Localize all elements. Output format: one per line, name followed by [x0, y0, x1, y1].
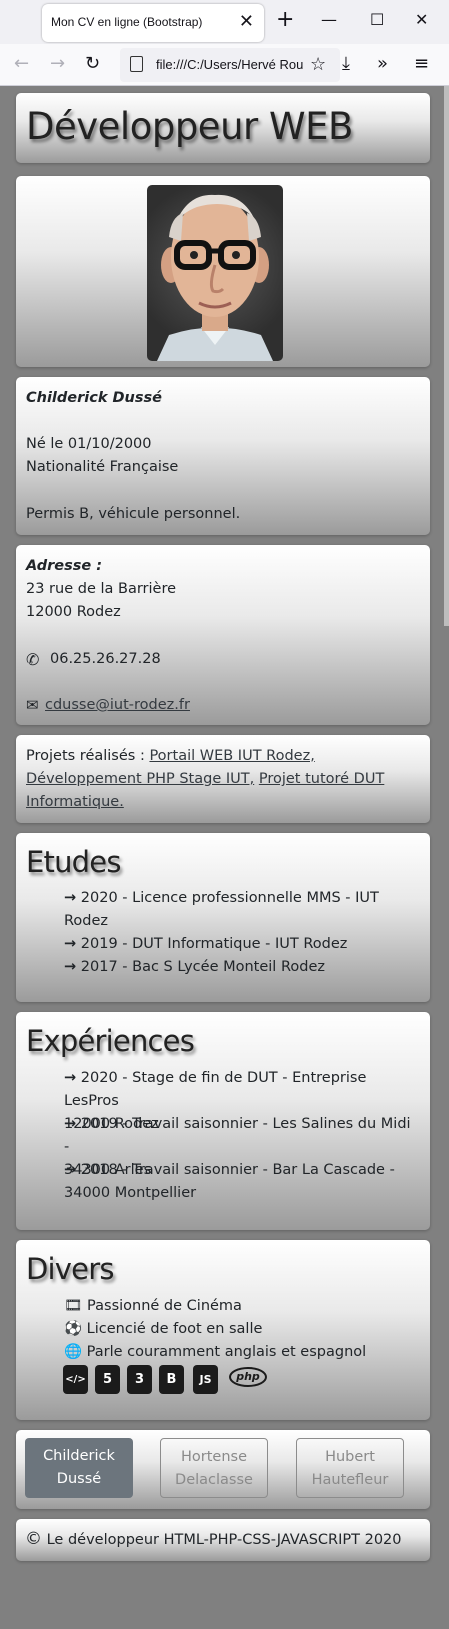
person-button-hortense[interactable]: Hortense Delaclasse	[160, 1438, 268, 1498]
soccer-ball-icon: ⚽	[64, 1321, 83, 1337]
address-street: 23 rue de la Barrière	[26, 581, 177, 597]
misc-item: ⚽ Licencié de foot en salle	[64, 1321, 263, 1337]
experiences-card: Expériences → 2020 - Stage de fin de DUT…	[16, 1012, 430, 1230]
misc-item: 🌐 Parle couramment anglais et espagnol	[64, 1344, 367, 1360]
forward-arrow-icon[interactable]: →	[50, 53, 65, 74]
footer-text-row: © Le développeur HTML-PHP-CSS-JAVASCRIPT…	[25, 1528, 402, 1552]
profile-portrait	[147, 185, 283, 361]
close-tab-icon[interactable]: ✕	[239, 11, 254, 32]
back-arrow-icon[interactable]: ←	[14, 53, 29, 74]
study-item: → 2017 - Bac S Lycée Monteil Rodez	[64, 959, 325, 975]
person-button-childerick[interactable]: Childerick Dussé	[25, 1438, 133, 1498]
phone-number: 06.25.26.27.28	[50, 651, 161, 667]
php-icon: php	[229, 1367, 267, 1387]
address-label: Adresse :	[26, 558, 103, 574]
bookmark-star-icon[interactable]: ☆	[310, 54, 326, 75]
driving-license: Permis B, véhicule personnel.	[26, 506, 241, 522]
project-link-tutore[interactable]: Projet tutoré DUT	[259, 771, 385, 787]
page-icon	[130, 56, 143, 72]
header-card: Développeur WEB	[16, 93, 430, 163]
arrow-right-icon: →	[64, 1162, 77, 1178]
arrow-right-icon: →	[64, 890, 77, 906]
email-link[interactable]: cdusse@iut-rodez.fr	[45, 694, 190, 717]
studies-card: Etudes → 2020 - Licence professionnelle …	[16, 833, 430, 1002]
javascript-icon: JS	[193, 1365, 218, 1394]
projects-label: Projets réalisés :	[26, 748, 150, 764]
studies-title: Etudes	[26, 845, 121, 879]
footer-card: © Le développeur HTML-PHP-CSS-JAVASCRIPT…	[16, 1519, 430, 1561]
close-window-button[interactable]: ✕	[415, 10, 428, 29]
contact-card: Adresse : 23 rue de la Barrière 12000 Ro…	[16, 545, 430, 725]
nationality: Nationalité Française	[26, 459, 179, 475]
arrow-right-icon: →	[64, 959, 77, 975]
footer-text: Le développeur HTML-PHP-CSS-JAVASCRIPT 2…	[46, 1532, 402, 1548]
study-item: → 2020 - Licence professionnelle MMS - I…	[64, 890, 379, 929]
projects-card: Projets réalisés : Portail WEB IUT Rodez…	[16, 735, 430, 823]
new-tab-button[interactable]: +	[276, 9, 294, 31]
misc-title: Divers	[26, 1252, 114, 1286]
projects-text: Projets réalisés : Portail WEB IUT Rodez…	[26, 745, 421, 814]
code-file-icon: </>	[63, 1365, 88, 1394]
browser-nav-bar: ← → ↻ file:///C:/Users/Hervé Rou ☆ ⤓ » ≡	[0, 44, 449, 86]
tech-icons: </> 5 3 B JS php	[63, 1365, 283, 1395]
download-icon[interactable]: ⤓	[342, 53, 350, 74]
minimize-button[interactable]: —	[321, 10, 337, 29]
copyright-icon: ©	[25, 1529, 42, 1549]
arrow-right-icon: →	[64, 1070, 77, 1086]
misc-card: Divers 🎞 Passionné de Cinéma ⚽ Licencié …	[16, 1240, 430, 1420]
experiences-title: Expériences	[26, 1024, 195, 1058]
page-title: Développeur WEB	[26, 105, 353, 148]
arrow-right-icon: →	[64, 1116, 77, 1132]
bootstrap-icon: B	[159, 1365, 184, 1394]
phone-icon: ✆	[26, 650, 40, 669]
person-name: Childerick Dussé	[26, 390, 162, 406]
film-icon: 🎞	[64, 1298, 83, 1314]
reload-icon[interactable]: ↻	[85, 53, 100, 74]
html5-icon: 5	[95, 1365, 120, 1394]
arrow-right-icon: →	[64, 936, 77, 952]
globe-icon: 🌐	[64, 1344, 83, 1360]
photo-card	[16, 176, 430, 367]
people-card: Childerick Dussé Hortense Delaclasse Huber…	[16, 1430, 430, 1509]
overflow-chevrons-icon[interactable]: »	[377, 53, 388, 74]
identity-card: Childerick Dussé Né le 01/10/2000 Nation…	[16, 377, 430, 535]
css3-icon: 3	[127, 1365, 152, 1394]
project-link-tutore-end[interactable]: Informatique.	[26, 794, 124, 810]
browser-tab-bar: Mon CV en ligne (Bootstrap) ✕ + — ☐ ✕	[0, 0, 449, 44]
menu-icon[interactable]: ≡	[414, 53, 429, 74]
experience-item: → 2018 - Travail saisonnier - Bar La Cas…	[64, 1162, 395, 1201]
page-scrollbar[interactable]	[444, 86, 449, 626]
study-item: → 2019 - DUT Informatique - IUT Rodez	[64, 936, 348, 952]
address-city: 12000 Rodez	[26, 604, 121, 620]
project-link-portail[interactable]: Portail WEB IUT Rodez,	[149, 748, 314, 764]
birth-date: Né le 01/10/2000	[26, 436, 152, 452]
tab-title: Mon CV en ligne (Bootstrap)	[51, 15, 203, 29]
project-link-php[interactable]: Développement PHP Stage IUT,	[26, 771, 254, 787]
maximize-button[interactable]: ☐	[370, 10, 384, 29]
misc-item: 🎞 Passionné de Cinéma	[64, 1298, 242, 1314]
url-text: file:///C:/Users/Hervé Rou	[156, 57, 304, 72]
url-bar[interactable]: file:///C:/Users/Hervé Rou ☆	[120, 48, 340, 82]
browser-tab[interactable]: Mon CV en ligne (Bootstrap) ✕	[42, 4, 264, 42]
person-button-hubert[interactable]: Hubert Hautefleur	[296, 1438, 404, 1498]
envelope-icon: ✉	[26, 696, 39, 714]
